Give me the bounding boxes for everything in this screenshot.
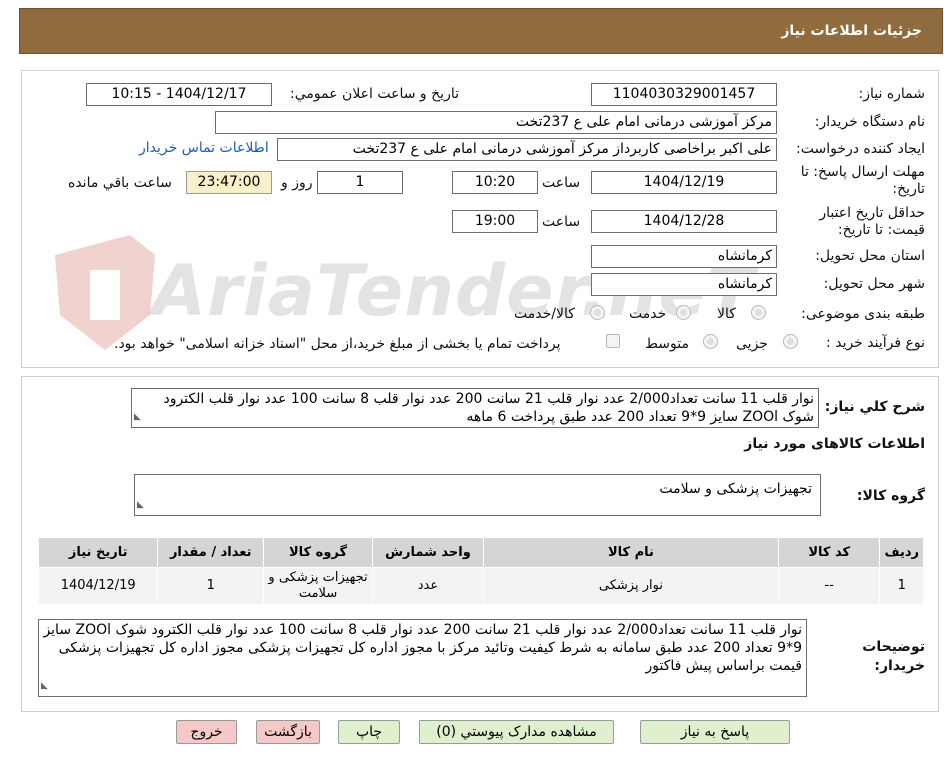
col-code-header: کد کالا <box>777 537 881 568</box>
buyer-notes-text: نوار قلب 11 سانت تعداد2/000 عدد نوار قلب… <box>43 622 802 674</box>
need-number-label: شماره نیاز: <box>858 86 926 102</box>
price-validity-label: حداقل تاریخ اعتبار قیمت: تا تاریخ: <box>819 205 925 238</box>
summary-label: شرح کلي نياز: <box>824 399 925 415</box>
view-attachments-button[interactable]: مشاهده مدارک پیوستي (0) <box>419 720 614 744</box>
reply-button[interactable]: پاسخ به نياز <box>640 720 790 744</box>
cell-row: 1 <box>879 567 924 605</box>
cell-name: نوار پزشکی <box>482 567 779 605</box>
treasury-payment-note: پرداخت تمام یا بخشی از مبلغ خرید،از محل … <box>114 336 561 352</box>
purchase-medium-label: متوسط <box>645 336 689 352</box>
price-validity-date-field: 1404/12/28 <box>591 210 777 233</box>
city-label: شهر محل تحویل: <box>823 276 925 292</box>
requester-field: علی اکبر براخاصی کاربرداز مرکز آموزشی در… <box>277 138 777 161</box>
purchase-minor-label: جزیی <box>736 336 768 352</box>
send-deadline-date-field: 1404/12/19 <box>591 171 777 194</box>
page-title: جزئیات اطلاعات نیاز <box>781 23 922 39</box>
purchase-type-label: نوع فرآیند خرید : <box>826 335 925 351</box>
table-row: 1 -- نوار پزشکی عدد تجهیزات پزشکی و سلام… <box>37 567 924 605</box>
buyer-org-field: مرکز آموزشی درمانی امام علی ع 237تخت <box>215 111 777 134</box>
category-goods-radio[interactable] <box>751 305 766 320</box>
cell-qty: 1 <box>157 567 265 605</box>
resize-grip-icon[interactable]: ◢ <box>137 496 144 514</box>
requester-label: ايجاد کننده درخواست: <box>796 141 925 157</box>
category-goods-service-label: کالا/خدمت <box>514 306 575 322</box>
announce-datetime-label: تاریخ و ساعت اعلان عمومي: <box>290 86 459 102</box>
province-field: کرمانشاه <box>591 245 777 268</box>
price-validity-time-label: ساعت <box>542 214 581 230</box>
col-date-header: تاریخ نیاز <box>37 537 159 568</box>
category-service-label: خدمت <box>629 306 667 322</box>
col-row-header: رديف <box>879 537 924 568</box>
goods-group-field[interactable]: تجهیزات پزشکی و سلامت ◢ <box>134 474 821 516</box>
goods-group-label: گروه کالا: <box>856 488 925 504</box>
category-goods-label: کالا <box>717 306 736 322</box>
items-section-title: اطلاعات کالاهای مورد نیاز <box>744 436 925 452</box>
announce-datetime-field: 1404/12/17 - 10:15 <box>86 83 272 106</box>
buyer-notes-textarea[interactable]: نوار قلب 11 سانت تعداد2/000 عدد نوار قلب… <box>38 619 807 697</box>
table-header-row: رديف کد کالا نام کالا واحد شمارش گروه کا… <box>37 537 924 568</box>
province-label: استان محل تحویل: <box>815 248 925 264</box>
print-button[interactable]: چاپ <box>338 720 400 744</box>
col-group-header: گروه کالا <box>263 537 373 568</box>
remaining-time-label: ساعت باقي مانده <box>68 175 172 191</box>
cell-unit: عدد <box>371 567 484 605</box>
goods-group-value: تجهیزات پزشکی و سلامت <box>659 481 812 497</box>
send-deadline-time-label: ساعت <box>542 175 581 191</box>
send-deadline-label: مهلت ارسال پاسخ: تا تاریخ: <box>800 164 925 197</box>
city-field: کرمانشاه <box>591 273 777 296</box>
resize-grip-icon[interactable]: ◢ <box>41 677 48 695</box>
summary-textarea[interactable]: نوار قلب 11 سانت تعداد2/000 عدد نوار قلب… <box>131 388 819 428</box>
days-field: 1 <box>317 171 403 194</box>
summary-text: نوار قلب 11 سانت تعداد2/000 عدد نوار قلب… <box>163 391 814 425</box>
category-label: طبقه بندی موضوعی: <box>801 306 925 322</box>
price-validity-time-field: 19:00 <box>452 210 538 233</box>
back-button[interactable]: بازگشت <box>256 720 320 744</box>
purchase-minor-radio[interactable] <box>783 334 798 349</box>
treasury-payment-checkbox[interactable] <box>606 334 620 348</box>
send-deadline-time-field: 10:20 <box>452 171 538 194</box>
resize-grip-icon[interactable]: ◢ <box>134 408 141 426</box>
page-header: جزئیات اطلاعات نیاز <box>19 8 943 54</box>
col-name-header: نام کالا <box>482 537 779 568</box>
col-unit-header: واحد شمارش <box>371 537 484 568</box>
need-number-field: 1104030329001457 <box>591 83 777 106</box>
items-table: رديف کد کالا نام کالا واحد شمارش گروه کا… <box>37 537 924 605</box>
cell-group: تجهیزات پزشکی و سلامت <box>263 567 373 605</box>
col-qty-header: تعداد / مقدار <box>157 537 265 568</box>
buyer-contact-link[interactable]: اطلاعات تماس خريدار <box>139 140 269 156</box>
buyer-notes-label: توضيحات خريدار: <box>862 639 925 674</box>
buyer-org-label: نام دستگاه خريدار: <box>814 114 925 130</box>
cell-code: -- <box>777 567 881 605</box>
category-service-radio[interactable] <box>676 305 691 320</box>
days-label: روز و <box>281 175 313 191</box>
cell-date: 1404/12/19 <box>37 567 159 605</box>
purchase-medium-radio[interactable] <box>703 334 718 349</box>
remaining-time-field: 23:47:00 <box>186 171 272 194</box>
exit-button[interactable]: خروج <box>176 720 237 744</box>
category-goods-service-radio[interactable] <box>590 305 605 320</box>
